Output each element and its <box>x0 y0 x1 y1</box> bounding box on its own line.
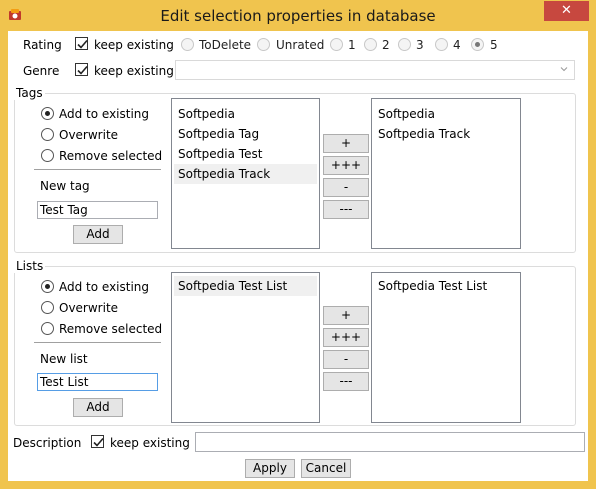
new-list-input[interactable]: Test List <box>37 373 158 391</box>
list-item[interactable]: Softpedia Test List <box>374 276 518 296</box>
genre-keep-existing-label: keep existing <box>94 64 174 78</box>
lists-mode-label: Remove selected <box>59 322 163 336</box>
tags-available-list[interactable]: Softpedia Softpedia Tag Softpedia Test S… <box>171 98 320 249</box>
close-button[interactable]: ✕ <box>544 1 589 21</box>
rating-option-label: 3 <box>416 38 424 52</box>
list-item[interactable]: Softpedia Test <box>174 144 317 164</box>
rating-option-label: 2 <box>382 38 390 52</box>
rating-radio-4[interactable] <box>435 38 448 51</box>
lists-divider <box>34 342 161 343</box>
description-keep-existing-label: keep existing <box>110 436 190 450</box>
rating-radio-unrated[interactable] <box>257 38 270 51</box>
rating-keep-existing-label: keep existing <box>94 38 174 52</box>
title-bar[interactable]: Edit selection properties in database ✕ <box>0 0 596 31</box>
rating-label: Rating <box>23 38 62 52</box>
tags-group-title: Tags <box>14 86 45 100</box>
lists-mode-label: Add to existing <box>59 280 150 294</box>
lists-mode-remove-radio[interactable] <box>41 322 54 335</box>
tags-add-selected-button[interactable]: + <box>323 134 369 153</box>
lists-available-list[interactable]: Softpedia Test List <box>171 272 320 423</box>
list-item[interactable]: Softpedia <box>374 104 518 124</box>
tags-add-all-button[interactable]: +++ <box>323 156 369 175</box>
tags-mode-label: Add to existing <box>59 107 150 121</box>
list-item[interactable]: Softpedia Track <box>374 124 518 144</box>
apply-button[interactable]: Apply <box>245 459 295 478</box>
check-icon <box>77 65 88 75</box>
tags-mode-label: Overwrite <box>59 128 119 142</box>
lists-assigned-list[interactable]: Softpedia Test List <box>371 272 521 423</box>
lists-add-all-button[interactable]: +++ <box>323 328 369 347</box>
lists-mode-label: Overwrite <box>59 301 119 315</box>
add-list-button[interactable]: Add <box>73 398 123 417</box>
tags-divider <box>34 169 161 170</box>
chevron-down-icon <box>560 67 568 72</box>
new-tag-input[interactable]: Test Tag <box>37 201 158 219</box>
tags-mode-add-radio[interactable] <box>41 107 54 120</box>
lists-mode-overwrite-radio[interactable] <box>41 301 54 314</box>
rating-option-label: 1 <box>348 38 356 52</box>
tags-remove-all-button[interactable]: --- <box>323 200 369 219</box>
rating-option-label: 4 <box>453 38 461 52</box>
lists-group-title: Lists <box>14 259 46 273</box>
lists-remove-selected-button[interactable]: - <box>323 350 369 369</box>
tags-assigned-list[interactable]: Softpedia Softpedia Track <box>371 98 521 249</box>
rating-radio-2[interactable] <box>364 38 377 51</box>
tags-mode-label: Remove selected <box>59 149 163 163</box>
new-list-label: New list <box>40 352 88 366</box>
rating-option-label: Unrated <box>276 38 325 52</box>
check-icon <box>77 39 88 49</box>
genre-keep-existing-checkbox[interactable] <box>75 63 88 76</box>
rating-radio-todelete[interactable] <box>181 38 194 51</box>
description-input[interactable] <box>195 432 585 452</box>
dialog-window: Edit selection properties in database ✕ … <box>0 0 596 489</box>
lists-add-selected-button[interactable]: + <box>323 306 369 325</box>
list-item[interactable]: Softpedia <box>174 104 317 124</box>
cancel-button[interactable]: Cancel <box>301 459 351 478</box>
tags-mode-remove-radio[interactable] <box>41 149 54 162</box>
rating-radio-1[interactable] <box>330 38 343 51</box>
window-title: Edit selection properties in database <box>160 7 436 25</box>
rating-option-label: ToDelete <box>199 38 252 52</box>
lists-mode-add-radio[interactable] <box>41 280 54 293</box>
list-item[interactable]: Softpedia Tag <box>174 124 317 144</box>
lists-remove-all-button[interactable]: --- <box>323 372 369 391</box>
list-item-selected[interactable]: Softpedia Test List <box>174 276 317 296</box>
tags-mode-overwrite-radio[interactable] <box>41 128 54 141</box>
rating-keep-existing-checkbox[interactable] <box>75 37 88 50</box>
rating-radio-3[interactable] <box>398 38 411 51</box>
close-icon: ✕ <box>561 3 572 18</box>
dialog-content: Rating keep existing ToDelete Unrated 1 … <box>8 31 588 481</box>
new-tag-label: New tag <box>40 179 90 193</box>
genre-combobox[interactable] <box>175 60 575 80</box>
check-icon <box>93 437 104 447</box>
rating-option-label: 5 <box>490 38 498 52</box>
tags-remove-selected-button[interactable]: - <box>323 178 369 197</box>
list-item-selected[interactable]: Softpedia Track <box>174 164 317 184</box>
description-keep-existing-checkbox[interactable] <box>91 435 104 448</box>
genre-label: Genre <box>23 64 60 78</box>
add-tag-button[interactable]: Add <box>73 225 123 244</box>
description-label: Description <box>13 436 82 450</box>
rating-radio-5[interactable] <box>471 38 484 51</box>
